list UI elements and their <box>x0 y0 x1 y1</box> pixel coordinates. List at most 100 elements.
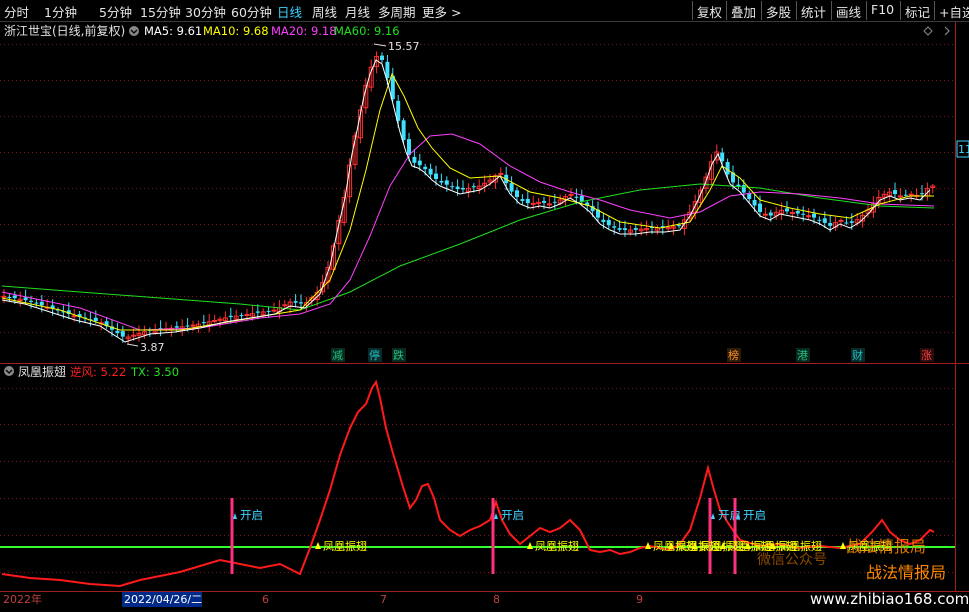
event-marker: 减 <box>332 349 343 362</box>
low-pointer <box>126 343 139 347</box>
candle-body <box>461 187 465 190</box>
candle-body <box>720 152 725 162</box>
watermark-text: 战法情报局 <box>846 537 926 556</box>
mark-button[interactable]: 标记 <box>900 1 934 20</box>
candle-body <box>282 304 288 307</box>
candle-body <box>849 221 854 223</box>
candle-body <box>428 168 433 175</box>
indicator-param-tx: TX: 3.50 <box>130 365 179 379</box>
ma60-label: MA60: 9.16 <box>334 24 400 38</box>
period-tab-monthly[interactable]: 月线 <box>345 2 370 21</box>
candle-body <box>71 315 77 318</box>
candle-body <box>762 213 768 216</box>
candle-body <box>293 301 298 303</box>
period-tab-5min[interactable]: 5分钟 <box>99 2 132 21</box>
event-marker: 财 <box>852 348 863 362</box>
event-marker: 涨 <box>921 349 932 362</box>
ma60-line <box>1 183 935 311</box>
ma10-line <box>1 72 934 331</box>
candle-body <box>601 219 606 223</box>
settings-dropdown-icon[interactable] <box>129 26 139 36</box>
candle-body <box>7 296 12 298</box>
draw-line-button[interactable]: 画线 <box>831 1 865 20</box>
candle-body <box>817 219 822 221</box>
month-tick: 7 <box>380 593 387 606</box>
high-price-label: 15.57 <box>388 40 420 53</box>
candle-body <box>255 311 260 313</box>
diamond-icon[interactable] <box>923 26 933 36</box>
indicator-param-headwind: 逆风: 5.22 <box>70 365 126 379</box>
candle-body <box>795 210 800 214</box>
restore-rights-button[interactable]: 复权 <box>692 1 726 20</box>
candle-body <box>822 218 827 223</box>
multi-stock-button[interactable]: 多股 <box>761 1 795 20</box>
candle-body <box>838 219 844 222</box>
indicator-menu-icon[interactable] <box>4 366 14 376</box>
candle-body <box>785 208 789 212</box>
ma20-line <box>1 133 935 331</box>
period-tab-weekly[interactable]: 周线 <box>312 2 337 21</box>
period-tab-1min[interactable]: 1分钟 <box>44 2 77 21</box>
signal-open-label: 开启 <box>501 508 524 522</box>
candle-body <box>120 331 125 337</box>
period-tab-30min[interactable]: 30分钟 <box>185 2 226 21</box>
month-tick: 6 <box>262 593 269 606</box>
candle-body <box>617 228 622 230</box>
candle-body <box>897 195 903 198</box>
overlay-button[interactable]: 叠加 <box>726 1 760 20</box>
candle-body <box>893 190 897 194</box>
candle-body <box>423 166 428 170</box>
ma10-label: MA10: 9.68 <box>203 24 269 38</box>
candle-body <box>417 160 422 166</box>
candle-body <box>768 212 773 216</box>
candle-body <box>412 156 417 163</box>
candle-body <box>244 313 250 316</box>
period-tab-fenshi[interactable]: 分时 <box>4 2 29 21</box>
candle-body <box>131 334 137 337</box>
candle-body <box>520 199 525 201</box>
candle-body <box>828 223 833 226</box>
f10-button[interactable]: F10 <box>866 1 898 20</box>
candle-body <box>806 215 812 218</box>
period-tab-60min[interactable]: 60分钟 <box>231 2 272 21</box>
chevron-right-icon[interactable] <box>944 26 950 36</box>
candle-body <box>12 295 17 299</box>
period-tab-daily[interactable]: 日线 <box>277 2 302 21</box>
candle-body <box>574 196 579 198</box>
candle-body <box>190 324 196 327</box>
candle-body <box>677 225 681 227</box>
event-marker: 跌 <box>393 348 404 362</box>
candle-body <box>633 228 638 230</box>
watermark-text: 战法情报局 <box>866 563 946 582</box>
candle-body <box>903 194 908 196</box>
add-watchlist-button[interactable]: +自选 <box>934 1 969 20</box>
candle-body <box>228 315 233 318</box>
statistics-button[interactable]: 统计 <box>796 1 830 20</box>
candle-body <box>623 228 627 230</box>
candle-body <box>1 295 7 298</box>
period-tab-more[interactable]: 更多 > <box>422 2 461 21</box>
candle-body <box>401 120 406 140</box>
signal-open-label: 开启 <box>743 508 766 522</box>
candle-body <box>212 319 218 322</box>
candle-body <box>801 213 806 215</box>
candle-body <box>439 180 444 183</box>
month-tick: 9 <box>636 593 643 606</box>
stock-title: 浙江世宝(日线,前复权) <box>4 23 125 38</box>
signal-up-triangle-icon <box>494 513 498 519</box>
candle-body <box>920 193 924 195</box>
period-tab-15min[interactable]: 15分钟 <box>140 2 181 21</box>
candle-body <box>239 315 244 317</box>
kline-chart[interactable]: 浙江世宝(日线,前复权) MA5: 9.61 MA10: 9.68 MA20: … <box>0 22 969 612</box>
period-tab-multi[interactable]: 多周期 <box>378 2 416 21</box>
ma5-label: MA5: 9.61 <box>144 24 202 38</box>
candle-body <box>407 139 411 155</box>
candle-body <box>844 222 849 224</box>
price-tag: 11 <box>958 143 969 156</box>
ma20-label: MA20: 9.18 <box>271 24 337 38</box>
watermark-text: 微信公众号 <box>757 552 827 568</box>
event-marker: 港 <box>797 349 808 362</box>
candle-body <box>201 322 206 324</box>
candle-body <box>612 226 617 228</box>
candle-body <box>515 190 519 197</box>
